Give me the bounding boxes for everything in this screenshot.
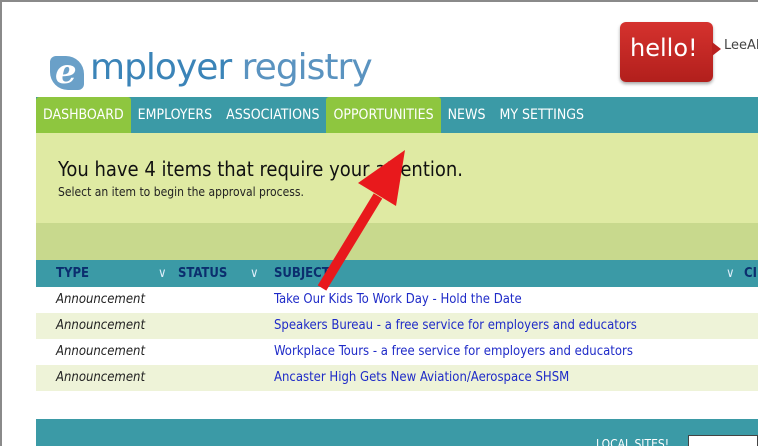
row-subject-link[interactable]: Take Our Kids To Work Day - Hold the Dat… (274, 292, 522, 307)
row-subject-link[interactable]: Workplace Tours - a free service for emp… (274, 344, 633, 359)
nav-opportunities[interactable]: OPPORTUNITIES (326, 97, 441, 133)
employer-registry-logo[interactable]: e mployer registry (50, 30, 373, 92)
local-sites-select[interactable] (688, 435, 758, 446)
local-sites-label: LOCAL SITES! (596, 437, 670, 446)
table-row[interactable]: Announcement Workplace Tours - a free se… (36, 339, 758, 365)
column-header-subject[interactable]: SUBJECT (274, 260, 330, 287)
hello-badge: hello! (620, 22, 713, 82)
subject-sort-chevron-icon[interactable]: ∨ (726, 260, 735, 287)
nav-associations[interactable]: ASSOCIATIONS (219, 97, 326, 133)
table-row[interactable]: Announcement Ancaster High Gets New Avia… (36, 365, 758, 391)
row-type: Announcement (56, 318, 146, 333)
column-header-status[interactable]: STATUS (178, 260, 227, 287)
attention-subtitle: Select an item to begin the approval pro… (58, 185, 304, 199)
user-name[interactable]: LeeAl (724, 38, 758, 53)
column-header-type[interactable]: TYPE (56, 260, 89, 287)
row-type: Announcement (56, 344, 146, 359)
logo-text-first: mployer (90, 47, 232, 88)
row-type: Announcement (56, 370, 146, 385)
table-header: TYPE ∨ STATUS ∨ SUBJECT ∨ CI (36, 260, 758, 287)
table-row[interactable]: Announcement Take Our Kids To Work Day -… (36, 287, 758, 313)
table-row[interactable]: Announcement Speakers Bureau - a free se… (36, 313, 758, 339)
table-spacer (36, 391, 758, 419)
status-sort-chevron-icon[interactable]: ∨ (250, 260, 259, 287)
logo-e-icon: e (50, 50, 88, 92)
nav-employers[interactable]: EMPLOYERS (131, 97, 219, 133)
attention-title: You have 4 items that require your atten… (58, 157, 464, 181)
attention-panel: You have 4 items that require your atten… (36, 133, 758, 223)
nav-news[interactable]: NEWS (441, 97, 493, 133)
row-type: Announcement (56, 292, 146, 307)
main-nav: DASHBOARD EMPLOYERS ASSOCIATIONS OPPORTU… (36, 97, 758, 133)
hello-text: hello! (630, 34, 698, 62)
type-sort-chevron-icon[interactable]: ∨ (158, 260, 167, 287)
row-subject-link[interactable]: Ancaster High Gets New Aviation/Aerospac… (274, 370, 569, 385)
logo-text-second: registry (241, 47, 373, 88)
footer-bar: LOCAL SITES! (36, 419, 758, 446)
nav-my-settings[interactable]: MY SETTINGS (492, 97, 591, 133)
filter-bar (36, 223, 758, 260)
nav-dashboard[interactable]: DASHBOARD (36, 97, 131, 133)
column-header-ci[interactable]: CI (744, 260, 757, 287)
row-subject-link[interactable]: Speakers Bureau - a free service for emp… (274, 318, 637, 333)
hello-pointer (712, 42, 721, 56)
